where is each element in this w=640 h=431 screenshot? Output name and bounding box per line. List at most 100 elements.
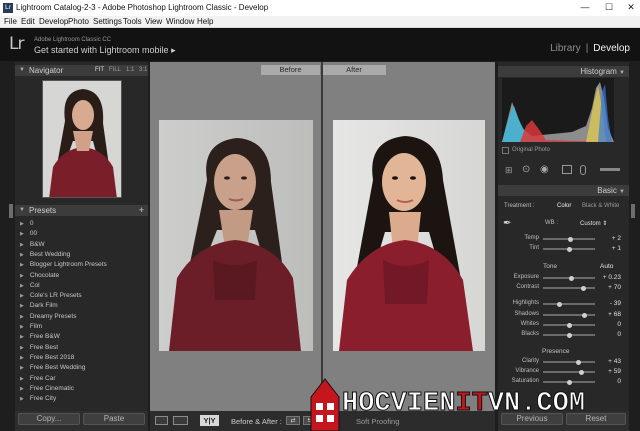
slider-handle[interactable]: [566, 332, 572, 338]
slider-value[interactable]: + 43: [601, 358, 621, 365]
zoom-3-1[interactable]: 3:1: [139, 65, 147, 76]
slider-value[interactable]: + 68: [601, 311, 621, 318]
zoom-fill[interactable]: FILL: [109, 65, 121, 76]
preset-folder[interactable]: ▶ Free Cinematic: [20, 384, 146, 394]
spot-removal-icon[interactable]: ⊙: [522, 164, 530, 175]
preset-folder[interactable]: ▶ 00: [20, 229, 146, 239]
mobile-promo[interactable]: Get started with Lightroom mobile ▸: [34, 45, 176, 56]
preset-folder[interactable]: ▶ 0: [20, 219, 146, 229]
expand-arrow-icon: ▶: [20, 262, 24, 269]
close-icon[interactable]: ✕: [619, 1, 640, 14]
preset-folder[interactable]: ▶ Free Best: [20, 343, 146, 353]
preset-folder[interactable]: ▶ Best Wedding: [20, 250, 146, 260]
previous-button[interactable]: Previous: [501, 413, 563, 425]
left-panel-toggle-icon[interactable]: [9, 204, 13, 218]
slider-track[interactable]: [543, 303, 595, 305]
slider-handle[interactable]: [566, 379, 572, 385]
swap-settings-icon[interactable]: ⇆: [303, 416, 317, 425]
slider-track[interactable]: [543, 361, 595, 363]
basic-header[interactable]: Basic ▼: [498, 185, 629, 196]
menu-help[interactable]: Help: [197, 17, 213, 26]
menu-develop[interactable]: Develop: [39, 17, 68, 26]
preset-folder[interactable]: ▶ Blogger Lightroom Presets: [20, 260, 146, 270]
slider-handle[interactable]: [582, 312, 588, 318]
preset-folder-label: Col: [29, 281, 40, 289]
menu-photo[interactable]: Photo: [68, 17, 89, 26]
preset-folder[interactable]: ▶ Free B&W: [20, 332, 146, 342]
menu-view[interactable]: View: [145, 17, 162, 26]
slider-value[interactable]: + 0.23: [601, 274, 621, 281]
preset-folder[interactable]: ▶ Col: [20, 281, 146, 291]
zoom-fit[interactable]: FIT: [95, 65, 104, 76]
slider-handle[interactable]: [578, 369, 584, 375]
slider-value[interactable]: + 70: [601, 284, 621, 291]
preset-folder[interactable]: ▶ Dreamy Presets: [20, 312, 146, 322]
slider-value[interactable]: + 59: [601, 368, 621, 375]
preset-folder[interactable]: ▶ B&W: [20, 240, 146, 250]
reset-button[interactable]: Reset: [566, 413, 626, 425]
slider-track[interactable]: [543, 314, 595, 316]
treatment-color[interactable]: Color: [557, 203, 571, 209]
soft-proofing-label[interactable]: Soft Proofing: [356, 417, 399, 426]
original-photo-checkbox[interactable]: [502, 147, 509, 154]
graduated-filter-icon[interactable]: [562, 165, 572, 174]
menu-window[interactable]: Window: [166, 17, 194, 26]
slider-handle[interactable]: [581, 285, 587, 291]
presence-label: Presence: [542, 348, 570, 355]
slider-track[interactable]: [543, 287, 595, 289]
before-after-view-button[interactable]: Y|Y: [200, 415, 219, 426]
menu-tools[interactable]: Tools: [123, 17, 142, 26]
paste-button[interactable]: Paste: [83, 413, 145, 425]
copy-settings-icon[interactable]: ⇄: [286, 416, 300, 425]
maximize-icon[interactable]: ☐: [597, 1, 621, 14]
auto-tone-button[interactable]: Auto: [600, 263, 613, 270]
wb-eyedropper-icon[interactable]: ✒: [503, 218, 511, 229]
zoom-1-1[interactable]: 1:1: [126, 65, 134, 76]
menu-settings[interactable]: Settings: [93, 17, 122, 26]
module-develop[interactable]: Develop: [593, 43, 630, 54]
slider-handle[interactable]: [566, 322, 572, 328]
menu-file[interactable]: File: [4, 17, 17, 26]
slider-handle[interactable]: [557, 301, 563, 307]
histogram-graph[interactable]: [502, 78, 614, 142]
radial-filter-icon[interactable]: [580, 165, 586, 175]
slider-track[interactable]: [543, 371, 595, 373]
module-library[interactable]: Library: [550, 43, 581, 54]
preset-folder[interactable]: ▶ Cole's LR Presets: [20, 291, 146, 301]
loupe-view-icon[interactable]: [155, 416, 168, 425]
slider-value[interactable]: 0: [601, 321, 621, 328]
copy-button[interactable]: Copy...: [18, 413, 80, 425]
slider-value[interactable]: + 2: [601, 235, 621, 242]
slider-value[interactable]: 0: [601, 378, 621, 385]
preset-folder[interactable]: ▶ Free City: [20, 394, 146, 404]
red-eye-icon[interactable]: ◉: [540, 164, 549, 175]
histogram-header[interactable]: Histogram ▼: [498, 66, 629, 77]
slider-handle[interactable]: [567, 236, 573, 242]
menu-edit[interactable]: Edit: [21, 17, 35, 26]
crop-overlay-icon[interactable]: ⊞: [505, 165, 513, 176]
before-after-split-icon[interactable]: [173, 416, 188, 425]
preset-folder[interactable]: ▶ Free Best Wedding: [20, 363, 146, 373]
navigator-header[interactable]: ▼ Navigator FIT FILL 1:1 3:1: [15, 65, 148, 76]
minimize-icon[interactable]: —: [573, 1, 597, 14]
preset-folder[interactable]: ▶ Free Car: [20, 374, 146, 384]
preset-folder[interactable]: ▶ Chocolate: [20, 271, 146, 281]
right-panel-toggle-icon[interactable]: [631, 204, 635, 218]
navigator-preview[interactable]: [42, 80, 122, 198]
add-preset-icon[interactable]: +: [139, 205, 144, 216]
preset-folder[interactable]: ▶ Film: [20, 322, 146, 332]
slider-value[interactable]: 0: [601, 331, 621, 338]
presets-header[interactable]: ▼ Presets +: [15, 205, 148, 216]
slider-value[interactable]: + 1: [601, 245, 621, 252]
after-photo[interactable]: [333, 120, 485, 351]
treatment-bw[interactable]: Black & White: [582, 203, 619, 209]
slider-handle[interactable]: [569, 275, 575, 281]
slider-handle[interactable]: [567, 246, 573, 252]
preset-folder[interactable]: ▶ Free Best 2018: [20, 353, 146, 363]
before-photo[interactable]: [159, 120, 313, 351]
slider-handle[interactable]: [575, 359, 581, 365]
slider-value[interactable]: - 39: [601, 300, 621, 307]
wb-select[interactable]: Custom ⇕: [580, 220, 607, 227]
adjustment-brush-icon[interactable]: [600, 168, 620, 171]
preset-folder[interactable]: ▶ Dark Film: [20, 301, 146, 311]
